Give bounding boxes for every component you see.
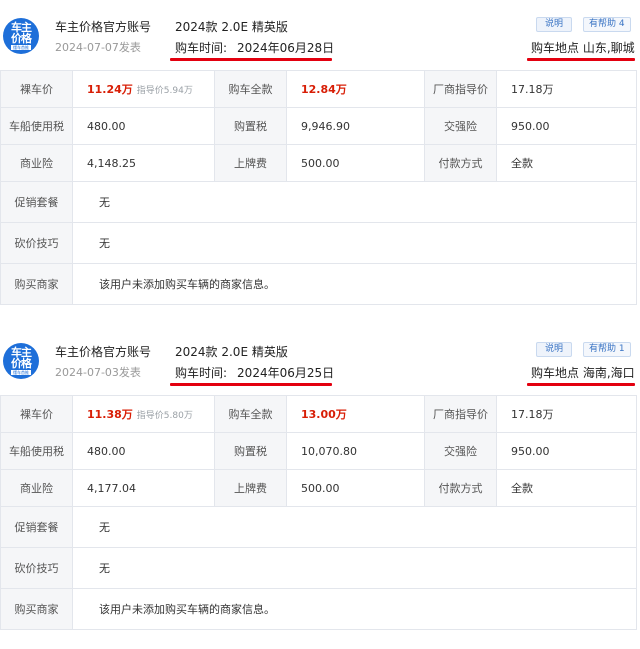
red-underline-marker — [527, 383, 635, 386]
commercial-value: 4,148.25 — [72, 144, 215, 182]
buy-time: 购车时间: 2024年06月25日 — [175, 366, 335, 380]
table-row: 促销套餐 无 — [0, 506, 637, 548]
table-row: 砍价技巧 无 — [0, 547, 637, 589]
bargain-value: 无 — [72, 222, 637, 264]
car-model: 2024款 2.0E 精英版 — [175, 20, 288, 34]
payment-value: 全款 — [496, 144, 637, 182]
buy-location: 购车地点 海南,海口 — [531, 366, 635, 380]
purchase-tax-label: 购置税 — [214, 107, 287, 145]
dealer-label: 购买商家 — [0, 263, 73, 305]
price-detail-table: 裸车价 11.38万 指导价5.80万 购车全款 13.00万 厂商指导价 17.… — [0, 395, 637, 630]
dealer-label: 购买商家 — [0, 588, 73, 630]
account-name[interactable]: 车主价格官方账号 — [55, 343, 151, 360]
payment-label: 付款方式 — [424, 469, 497, 507]
table-row: 砍价技巧 无 — [0, 222, 637, 264]
bare-price-label: 裸车价 — [0, 70, 73, 108]
buy-location: 购车地点 山东,聊城 — [531, 41, 635, 55]
msrp-label: 厂商指导价 — [424, 70, 497, 108]
vehicle-tax-label: 车船使用税 — [0, 107, 73, 145]
note-button[interactable]: 说明 — [536, 342, 573, 357]
total-value: 12.84万 — [286, 70, 425, 108]
table-row: 商业险 4,148.25 上牌费 500.00 付款方式 全款 — [0, 144, 637, 182]
table-row: 购买商家 该用户未添加购买车辆的商家信息。 — [0, 588, 637, 630]
account-name[interactable]: 车主价格官方账号 — [55, 18, 151, 35]
bargain-label: 砍价技巧 — [0, 547, 73, 589]
card-header: 车主 价格 懂车首推 车主价格官方账号 2024-07-07发表 2024款 2… — [0, 0, 640, 68]
price-card: 车主 价格 懂车首推 车主价格官方账号 2024-07-03发表 2024款 2… — [0, 325, 640, 630]
guide-note: 指导价5.80万 — [136, 411, 193, 421]
purchase-tax-label: 购置税 — [214, 432, 287, 470]
promo-label: 促销套餐 — [0, 506, 73, 548]
commercial-label: 商业险 — [0, 469, 73, 507]
plate-value: 500.00 — [286, 144, 425, 182]
guide-note: 指导价5.94万 — [136, 86, 193, 96]
vehicle-tax-label: 车船使用税 — [0, 432, 73, 470]
commercial-value: 4,177.04 — [72, 469, 215, 507]
table-row: 商业险 4,177.04 上牌费 500.00 付款方式 全款 — [0, 469, 637, 507]
bare-price-value: 11.38万 指导价5.80万 — [72, 395, 215, 433]
table-row: 车船使用税 480.00 购置税 9,946.90 交强险 950.00 — [0, 107, 637, 145]
purchase-tax-value: 10,070.80 — [286, 432, 425, 470]
car-model: 2024款 2.0E 精英版 — [175, 345, 288, 359]
promo-value: 无 — [72, 506, 637, 548]
bargain-value: 无 — [72, 547, 637, 589]
promo-value: 无 — [72, 181, 637, 223]
account-avatar[interactable]: 车主 价格 懂车首推 — [3, 343, 39, 379]
table-row: 裸车价 11.38万 指导价5.80万 购车全款 13.00万 厂商指导价 17.… — [0, 395, 637, 433]
red-underline-marker — [170, 58, 332, 61]
vehicle-tax-value: 480.00 — [72, 107, 215, 145]
total-value: 13.00万 — [286, 395, 425, 433]
compulsory-value: 950.00 — [496, 432, 637, 470]
plate-label: 上牌费 — [214, 144, 287, 182]
purchase-tax-value: 9,946.90 — [286, 107, 425, 145]
compulsory-label: 交强险 — [424, 107, 497, 145]
total-label: 购车全款 — [214, 395, 287, 433]
bargain-label: 砍价技巧 — [0, 222, 73, 264]
buy-time: 购车时间: 2024年06月28日 — [175, 41, 335, 55]
price-card: 车主 价格 懂车首推 车主价格官方账号 2024-07-07发表 2024款 2… — [0, 0, 640, 305]
table-row: 促销套餐 无 — [0, 181, 637, 223]
msrp-value: 17.18万 — [496, 395, 637, 433]
helpful-button[interactable]: 有帮助 4 — [583, 17, 631, 32]
card-header: 车主 价格 懂车首推 车主价格官方账号 2024-07-03发表 2024款 2… — [0, 325, 640, 393]
compulsory-label: 交强险 — [424, 432, 497, 470]
commercial-label: 商业险 — [0, 144, 73, 182]
dealer-value: 该用户未添加购买车辆的商家信息。 — [72, 588, 637, 630]
red-underline-marker — [527, 58, 635, 61]
red-underline-marker — [170, 383, 332, 386]
post-date: 2024-07-07发表 — [55, 41, 141, 54]
vehicle-tax-value: 480.00 — [72, 432, 215, 470]
plate-label: 上牌费 — [214, 469, 287, 507]
account-avatar[interactable]: 车主 价格 懂车首推 — [3, 18, 39, 54]
dealer-value: 该用户未添加购买车辆的商家信息。 — [72, 263, 637, 305]
price-detail-table: 裸车价 11.24万 指导价5.94万 购车全款 12.84万 厂商指导价 17.… — [0, 70, 637, 305]
bare-price-label: 裸车价 — [0, 395, 73, 433]
total-label: 购车全款 — [214, 70, 287, 108]
compulsory-value: 950.00 — [496, 107, 637, 145]
post-date: 2024-07-03发表 — [55, 366, 141, 379]
payment-label: 付款方式 — [424, 144, 497, 182]
table-row: 购买商家 该用户未添加购买车辆的商家信息。 — [0, 263, 637, 305]
helpful-button[interactable]: 有帮助 1 — [583, 342, 631, 357]
promo-label: 促销套餐 — [0, 181, 73, 223]
plate-value: 500.00 — [286, 469, 425, 507]
note-button[interactable]: 说明 — [536, 17, 573, 32]
payment-value: 全款 — [496, 469, 637, 507]
table-row: 车船使用税 480.00 购置税 10,070.80 交强险 950.00 — [0, 432, 637, 470]
msrp-value: 17.18万 — [496, 70, 637, 108]
table-row: 裸车价 11.24万 指导价5.94万 购车全款 12.84万 厂商指导价 17.… — [0, 70, 637, 108]
bare-price-value: 11.24万 指导价5.94万 — [72, 70, 215, 108]
msrp-label: 厂商指导价 — [424, 395, 497, 433]
